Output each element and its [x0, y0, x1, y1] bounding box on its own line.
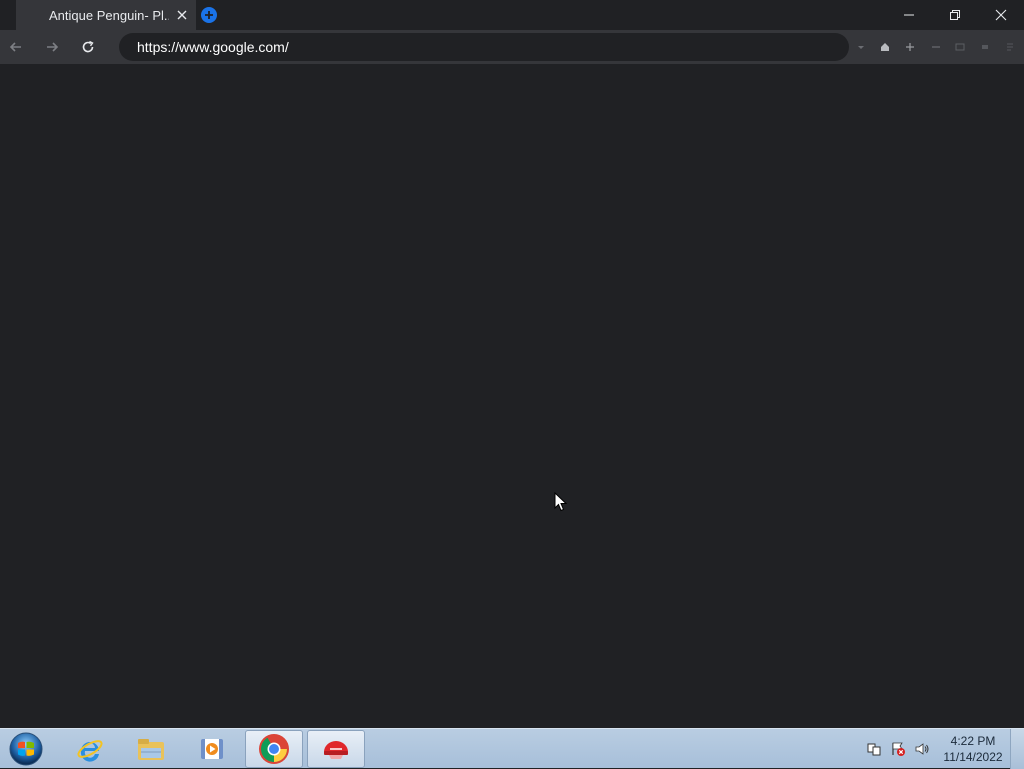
page-content	[0, 64, 1024, 728]
media-player-icon	[201, 739, 223, 759]
minus-icon[interactable]	[930, 41, 942, 53]
tab-close-button[interactable]	[174, 6, 190, 24]
mouse-cursor-icon	[554, 492, 568, 512]
browser-toolbar: https://www.google.com/	[0, 30, 1024, 64]
red-helmet-app-icon	[324, 741, 348, 759]
restore-button[interactable]	[932, 0, 978, 30]
back-arrow-icon	[9, 42, 21, 52]
menu-icon[interactable]	[1004, 41, 1016, 53]
volume-icon[interactable]	[914, 741, 930, 757]
reload-button[interactable]	[75, 34, 101, 60]
plus-icon[interactable]	[904, 41, 916, 53]
home-icon[interactable]	[879, 41, 891, 53]
back-button[interactable]	[3, 34, 29, 60]
clock-time: 4:22 PM	[950, 734, 996, 748]
windows-logo-icon	[9, 732, 43, 766]
dropdown-icon[interactable]	[855, 41, 867, 53]
taskbar-red-helmet-app[interactable]	[307, 730, 365, 768]
reload-icon	[82, 40, 94, 53]
folder-icon	[138, 739, 164, 760]
clock-date: 11/14/2022	[943, 750, 1003, 764]
minimize-icon	[904, 14, 914, 16]
taskbar-internet-explorer[interactable]	[61, 730, 119, 768]
close-icon	[177, 10, 187, 20]
internet-explorer-icon	[77, 740, 103, 762]
new-tab-button[interactable]	[201, 7, 217, 23]
show-desktop-button[interactable]	[1010, 729, 1024, 769]
taskbar-file-explorer[interactable]	[122, 730, 180, 768]
address-bar[interactable]: https://www.google.com/	[119, 33, 849, 61]
square-icon[interactable]	[954, 41, 966, 53]
network-icon[interactable]	[866, 741, 882, 757]
tab-title: Antique Penguin- Pl...	[49, 8, 169, 23]
address-bar-url[interactable]: https://www.google.com/	[137, 39, 289, 55]
tab-favicon-icon	[28, 8, 42, 22]
forward-arrow-icon	[47, 42, 59, 52]
close-icon	[995, 9, 1007, 21]
new-tab-icon	[205, 11, 213, 19]
minimize-button[interactable]	[886, 0, 932, 30]
taskbar-media-player[interactable]	[183, 730, 241, 768]
taskbar: 4:22 PM 11/14/2022	[0, 728, 1024, 769]
action-center-flag-icon[interactable]	[890, 741, 906, 757]
forward-button[interactable]	[39, 34, 65, 60]
start-button[interactable]	[6, 731, 46, 767]
taskbar-chrome[interactable]	[245, 730, 303, 768]
close-window-button[interactable]	[978, 0, 1024, 30]
system-clock[interactable]: 4:22 PM 11/14/2022	[936, 733, 1010, 765]
restore-icon	[950, 10, 960, 20]
extension-icon[interactable]	[979, 41, 991, 53]
tab-strip: Antique Penguin- Pl...	[0, 0, 1024, 30]
chrome-icon	[259, 734, 289, 764]
browser-tab[interactable]: Antique Penguin- Pl...	[16, 0, 196, 30]
